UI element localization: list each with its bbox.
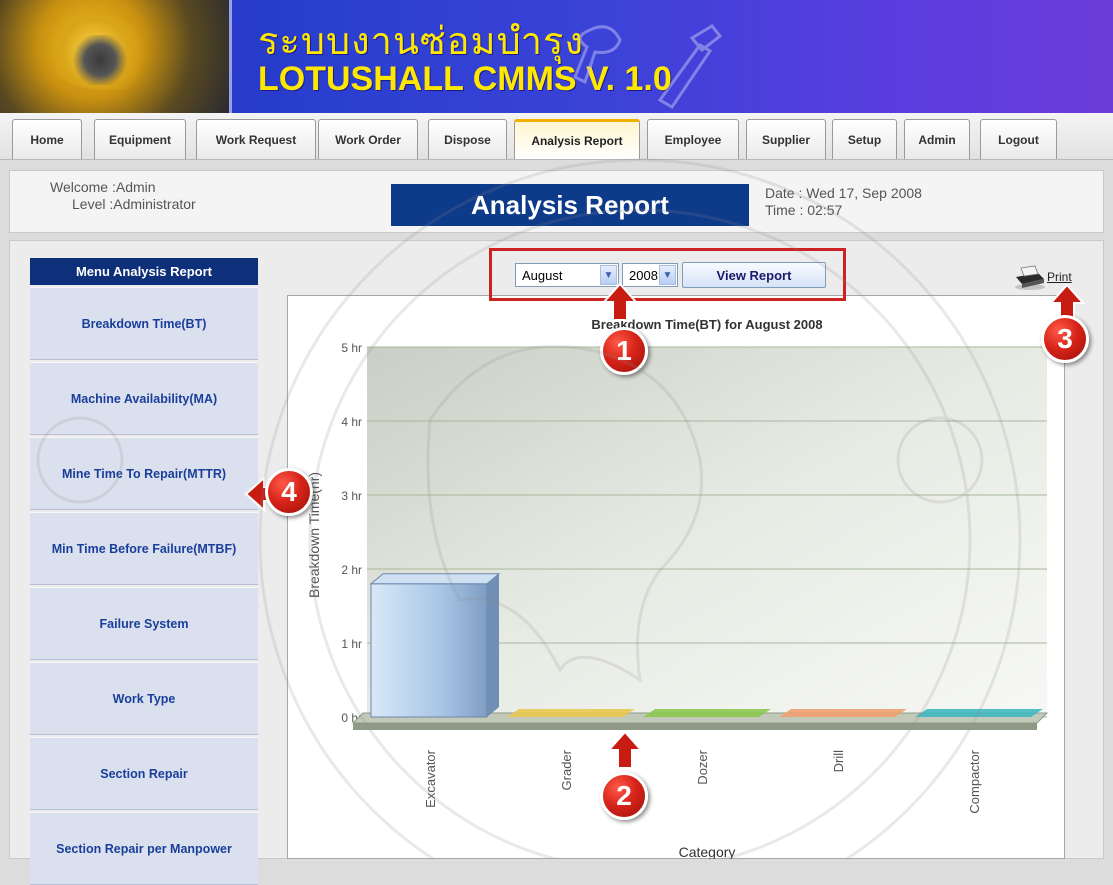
tab-work-order[interactable]: Work Order [318, 119, 418, 159]
y-tick-label: 5 hr [341, 341, 362, 355]
annotation-badge-2: 2 [600, 772, 648, 820]
month-select-value: August [522, 267, 563, 283]
x-tick-label: Grader [559, 749, 574, 790]
bar-side-excavator [487, 573, 499, 717]
annotation-arrow-icon [601, 282, 639, 321]
welcome-strip: Welcome :Admin Level :Administrator Anal… [9, 170, 1104, 233]
breakdown-time-chart: 0 hr1 hr2 hr3 hr4 hr5 hrExcavator Grader D… [306, 317, 1049, 859]
menu-item-machine-availability[interactable]: Machine Availability(MA) [30, 362, 258, 435]
bar-grader [507, 709, 635, 717]
current-time: Time : 02:57 [765, 202, 843, 218]
x-axis-label: Category [679, 844, 736, 859]
tab-home[interactable]: Home [12, 119, 82, 159]
tab-employee[interactable]: Employee [647, 119, 739, 159]
menu-item-breakdown-time[interactable]: Breakdown Time(BT) [30, 287, 258, 360]
print-link[interactable]: Print [1047, 270, 1072, 284]
y-tick-label: 2 hr [341, 563, 362, 577]
tab-supplier[interactable]: Supplier [746, 119, 826, 159]
menu-header: Menu Analysis Report [30, 258, 258, 285]
printer-icon[interactable] [1012, 265, 1046, 291]
banner-machine-photo [0, 0, 232, 113]
annotation-badge-1: 1 [600, 327, 648, 375]
menu-item-section-repair[interactable]: Section Repair [30, 737, 258, 810]
analysis-report-menu: Menu Analysis Report Breakdown Time(BT) … [30, 258, 258, 885]
tab-equipment[interactable]: Equipment [94, 119, 186, 159]
tab-work-request[interactable]: Work Request [196, 119, 316, 159]
bar-dozer [643, 709, 771, 717]
main-nav: Home Equipment Work Request Work Order D… [0, 113, 1113, 160]
bar-compactor [915, 709, 1043, 717]
tab-admin[interactable]: Admin [904, 119, 970, 159]
menu-item-work-type[interactable]: Work Type [30, 662, 258, 735]
datetime-info: Date : Wed 17, Sep 2008 Time : 02:57 [765, 185, 922, 219]
user-info: Welcome :Admin Level :Administrator [50, 179, 196, 213]
page-title: Analysis Report [391, 184, 749, 226]
chart-floor-edge [353, 723, 1037, 730]
annotation-badge-4: 4 [265, 468, 313, 516]
year-select-value: 2008 [629, 267, 658, 283]
current-date: Date : Wed 17, Sep 2008 [765, 185, 922, 201]
tab-setup[interactable]: Setup [832, 119, 897, 159]
bar-top-excavator [369, 573, 501, 585]
menu-item-mttr[interactable]: Mine Time To Repair(MTTR) [30, 437, 258, 510]
menu-item-mtbf[interactable]: Min Time Before Failure(MTBF) [30, 512, 258, 585]
bar-excavator [370, 583, 488, 718]
header-banner: ระบบงานซ่อมบำรุง LOTUSHALL CMMS V. 1.0 [0, 0, 1113, 113]
x-tick-label: Compactor [967, 749, 982, 813]
tab-dispose[interactable]: Dispose [428, 119, 507, 159]
chevron-down-icon: ▼ [659, 265, 676, 285]
welcome-user: Welcome :Admin [50, 179, 156, 195]
bar-drill [779, 709, 907, 717]
view-report-button[interactable]: View Report [682, 262, 826, 288]
tab-analysis-report[interactable]: Analysis Report [514, 119, 640, 159]
x-tick-label: Dozer [695, 749, 710, 784]
tab-logout[interactable]: Logout [980, 119, 1057, 159]
y-tick-label: 3 hr [341, 489, 362, 503]
x-tick-label: Excavator [423, 749, 438, 807]
x-tick-label: Drill [831, 750, 846, 772]
menu-item-section-repair-manpower[interactable]: Section Repair per Manpower [30, 812, 258, 885]
user-level: Level :Administrator [72, 196, 196, 212]
y-tick-label: 4 hr [341, 415, 362, 429]
y-tick-label: 1 hr [341, 637, 362, 651]
tools-decoration-icon [573, 24, 723, 110]
annotation-arrow-icon [606, 730, 644, 769]
annotation-badge-3: 3 [1041, 315, 1089, 363]
menu-item-failure-system[interactable]: Failure System [30, 587, 258, 660]
